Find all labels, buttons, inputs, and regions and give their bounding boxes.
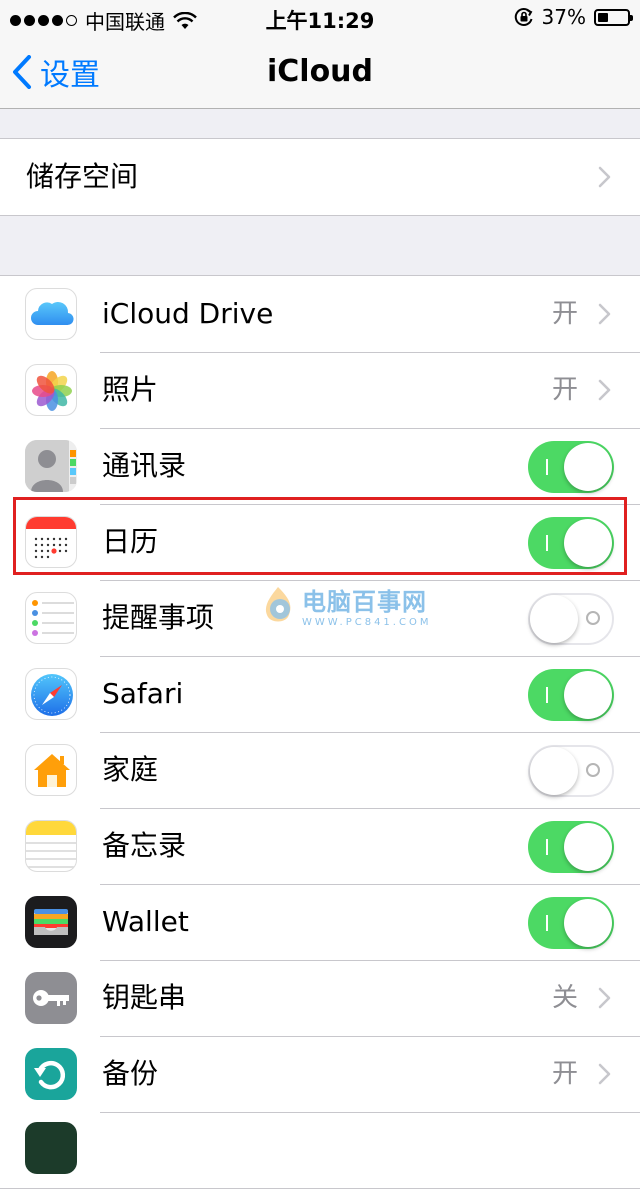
toggle-switch[interactable]	[528, 441, 614, 493]
app-row-home[interactable]: 家庭	[0, 732, 640, 808]
storage-row[interactable]: 储存空间	[0, 139, 640, 215]
watermark-url: WWW.PC841.COM	[302, 617, 432, 628]
battery-icon	[594, 8, 633, 26]
wallet-icon	[25, 896, 77, 948]
app-label: Safari	[102, 677, 184, 710]
app-row-notes[interactable]: 备忘录	[0, 808, 640, 884]
app-row-keychain[interactable]: 钥匙串 关	[0, 960, 640, 1036]
toggle-switch[interactable]	[528, 897, 614, 949]
app-row-photos[interactable]: 照片 开	[0, 352, 640, 428]
app-row-wallet[interactable]: Wallet	[0, 884, 640, 960]
status-value: 开	[551, 299, 578, 329]
app-label: Wallet	[102, 905, 189, 938]
app-label: iCloud Drive	[102, 297, 274, 330]
app-label: 通讯录	[102, 449, 187, 482]
status-value: 关	[551, 983, 578, 1013]
app-label: 提醒事项	[102, 601, 215, 634]
chevron-right-icon	[598, 166, 611, 188]
storage-label: 储存空间	[26, 160, 139, 193]
app-label: 备忘录	[102, 829, 187, 862]
storage-group: 储存空间	[0, 138, 640, 216]
app-row-partial	[0, 1112, 640, 1188]
toggle-switch[interactable]	[528, 821, 614, 873]
chevron-right-icon	[598, 379, 611, 401]
chevron-right-icon	[598, 303, 611, 325]
app-label: 备份	[102, 1057, 159, 1090]
app-label: 钥匙串	[102, 981, 187, 1014]
watermark-title: 电脑百事网	[302, 588, 427, 616]
chevron-right-icon	[598, 1063, 611, 1085]
apps-group: iCloud Drive 开 照片 开 通讯录 日历 提醒事项 Safari 家…	[0, 275, 640, 1189]
toggle-switch[interactable]	[528, 669, 614, 721]
safari-icon	[25, 668, 77, 720]
app-label: 照片	[102, 373, 159, 406]
backup-icon	[25, 1048, 77, 1100]
watermark-logo-icon	[265, 587, 291, 622]
toggle-switch[interactable]	[528, 517, 614, 569]
icloud-drive-icon	[25, 288, 77, 340]
status-bar: 中国联通 上午11:29 37%	[0, 0, 640, 36]
battery-percent: 37%	[541, 5, 586, 29]
watermark: 电脑百事网 WWW.PC841.COM	[258, 582, 431, 628]
app-row-safari[interactable]: Safari	[0, 656, 640, 732]
home-icon	[25, 744, 77, 796]
calendar-icon	[25, 516, 77, 568]
keychain-icon	[25, 972, 77, 1024]
status-value: 开	[551, 375, 578, 405]
navigation-bar: 设置 iCloud	[0, 36, 640, 109]
app-icon-partial	[25, 1122, 77, 1174]
app-row-contacts[interactable]: 通讯录	[0, 428, 640, 504]
app-row-calendar[interactable]: 日历	[0, 504, 640, 580]
photos-icon	[25, 364, 77, 416]
page-title: iCloud	[266, 54, 374, 89]
reminders-icon	[25, 592, 77, 644]
toggle-switch[interactable]	[528, 745, 614, 797]
app-row-icloud-drive[interactable]: iCloud Drive 开	[0, 276, 640, 352]
app-label: 日历	[102, 525, 159, 558]
toggle-switch[interactable]	[528, 593, 614, 645]
app-label: 家庭	[102, 753, 159, 786]
rotation-lock-icon	[514, 8, 533, 26]
notes-icon	[25, 820, 77, 872]
chevron-right-icon	[598, 987, 611, 1009]
status-value: 开	[551, 1059, 578, 1089]
contacts-icon	[25, 440, 77, 492]
app-row-backup[interactable]: 备份 开	[0, 1036, 640, 1112]
